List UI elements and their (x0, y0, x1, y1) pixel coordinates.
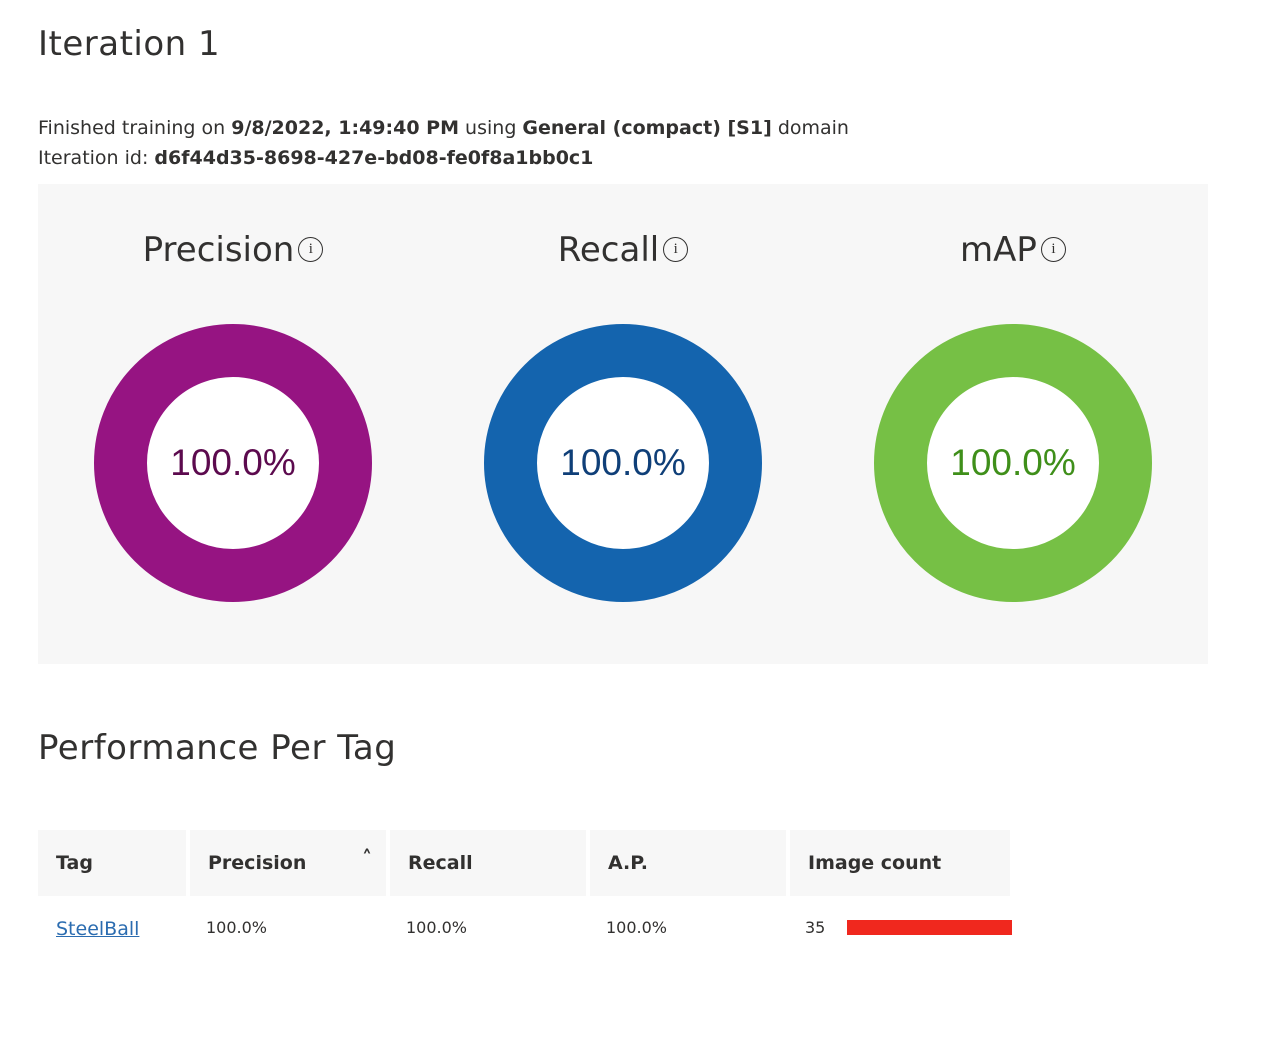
image-count-bar (847, 920, 1012, 935)
recall-info-icon[interactable]: i (663, 237, 689, 262)
iteration-id: d6f44d35-8698-427e-bd08-fe0f8a1bb0c1 (154, 147, 594, 169)
precision-info-icon[interactable]: i (298, 237, 324, 262)
precision-metric: Precision i 100.0% (38, 184, 428, 664)
training-info-line: Finished training on 9/8/2022, 1:49:40 P… (38, 117, 849, 139)
row-ap: 100.0% (606, 918, 668, 937)
precision-title: Precision (142, 230, 295, 270)
row-precision: 100.0% (206, 918, 268, 937)
row-recall: 100.0% (406, 918, 468, 937)
chevron-up-icon[interactable]: ˄ (362, 830, 372, 886)
image-count-bar-track (847, 920, 1012, 935)
iteration-id-line: Iteration id: d6f44d35-8698-427e-bd08-fe… (38, 147, 594, 169)
column-header-image-count[interactable]: Image count (790, 830, 1010, 896)
metrics-panel: Precision i 100.0% Recall i 100.0% mAP i 10… (38, 184, 1208, 664)
map-info-icon[interactable]: i (1040, 237, 1066, 262)
performance-per-tag-title: Performance Per Tag (38, 728, 397, 768)
map-title: mAP (960, 230, 1037, 270)
map-donut: 100.0% (874, 324, 1152, 602)
column-header-ap[interactable]: A.P. (590, 830, 786, 896)
precision-value: 100.0% (170, 442, 296, 483)
training-date: 9/8/2022, 1:49:40 PM (231, 117, 460, 139)
recall-donut: 100.0% (484, 324, 762, 602)
column-header-tag[interactable]: Tag (38, 830, 186, 896)
recall-metric: Recall i 100.0% (428, 184, 818, 664)
map-value: 100.0% (950, 442, 1076, 483)
map-metric: mAP i 100.0% (818, 184, 1208, 664)
page-title: Iteration 1 (38, 24, 221, 64)
recall-title: Recall (557, 230, 660, 270)
column-header-precision[interactable]: Precision ˄ (190, 830, 386, 896)
tag-link-steelball[interactable]: SteelBall (56, 918, 139, 940)
column-header-recall[interactable]: Recall (390, 830, 586, 896)
recall-value: 100.0% (560, 442, 686, 483)
row-image-count: 35 (805, 918, 826, 937)
precision-donut: 100.0% (94, 324, 372, 602)
domain-name: General (compact) [S1] (522, 117, 772, 139)
iteration-meta: Finished training on 9/8/2022, 1:49:40 P… (38, 113, 849, 173)
